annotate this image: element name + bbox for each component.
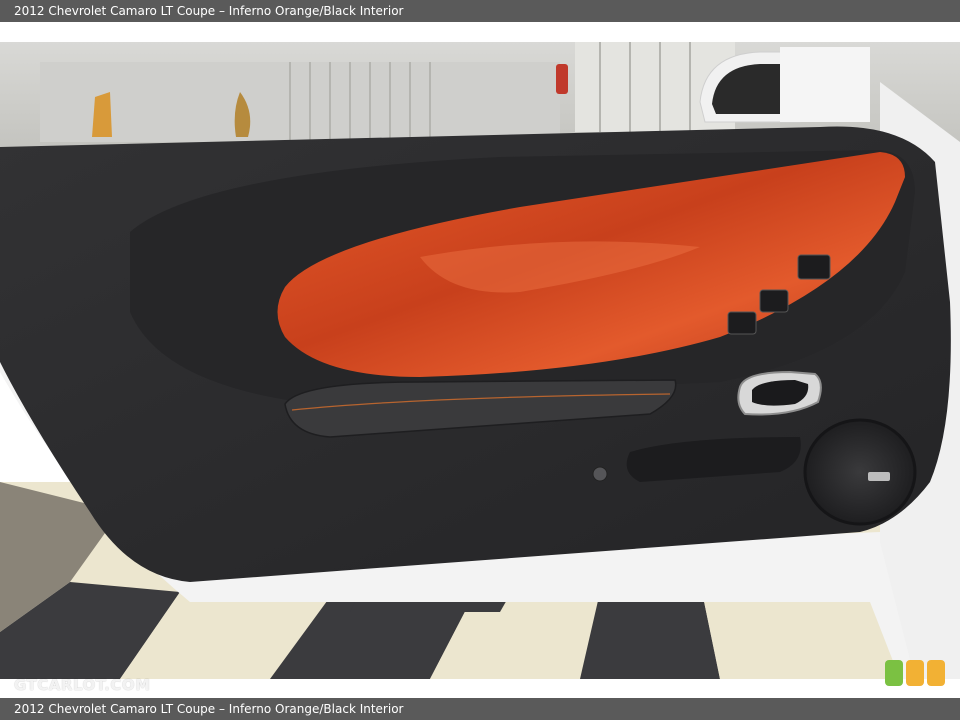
window-switch-rear (727, 311, 757, 335)
window-switch-front (759, 289, 789, 313)
badge-dot-green (885, 660, 903, 686)
door-lock-button (592, 466, 608, 482)
door-panel-illustration (0, 42, 960, 679)
site-badge (885, 660, 945, 686)
caption-text-bottom: 2012 Chevrolet Camaro LT Coupe – Inferno… (14, 702, 404, 716)
speaker-badge (868, 472, 890, 481)
watermark-logo: GTCARLOT.COM (14, 676, 151, 694)
fire-extinguisher (556, 64, 568, 94)
badge-dot-yellow (927, 660, 945, 686)
hanging-hose (92, 92, 112, 137)
mirror-control-switch (797, 254, 831, 280)
door-speaker (803, 418, 917, 526)
badge-dot-yellow (906, 660, 924, 686)
wall-panel (40, 62, 560, 142)
caption-bar-top: 2012 Chevrolet Camaro LT Coupe – Inferno… (0, 0, 960, 22)
car-body-top (780, 47, 870, 122)
caption-text-top: 2012 Chevrolet Camaro LT Coupe – Inferno… (14, 4, 404, 18)
door-panel-photo (0, 42, 960, 679)
caption-bar-bottom: 2012 Chevrolet Camaro LT Coupe – Inferno… (0, 698, 960, 720)
